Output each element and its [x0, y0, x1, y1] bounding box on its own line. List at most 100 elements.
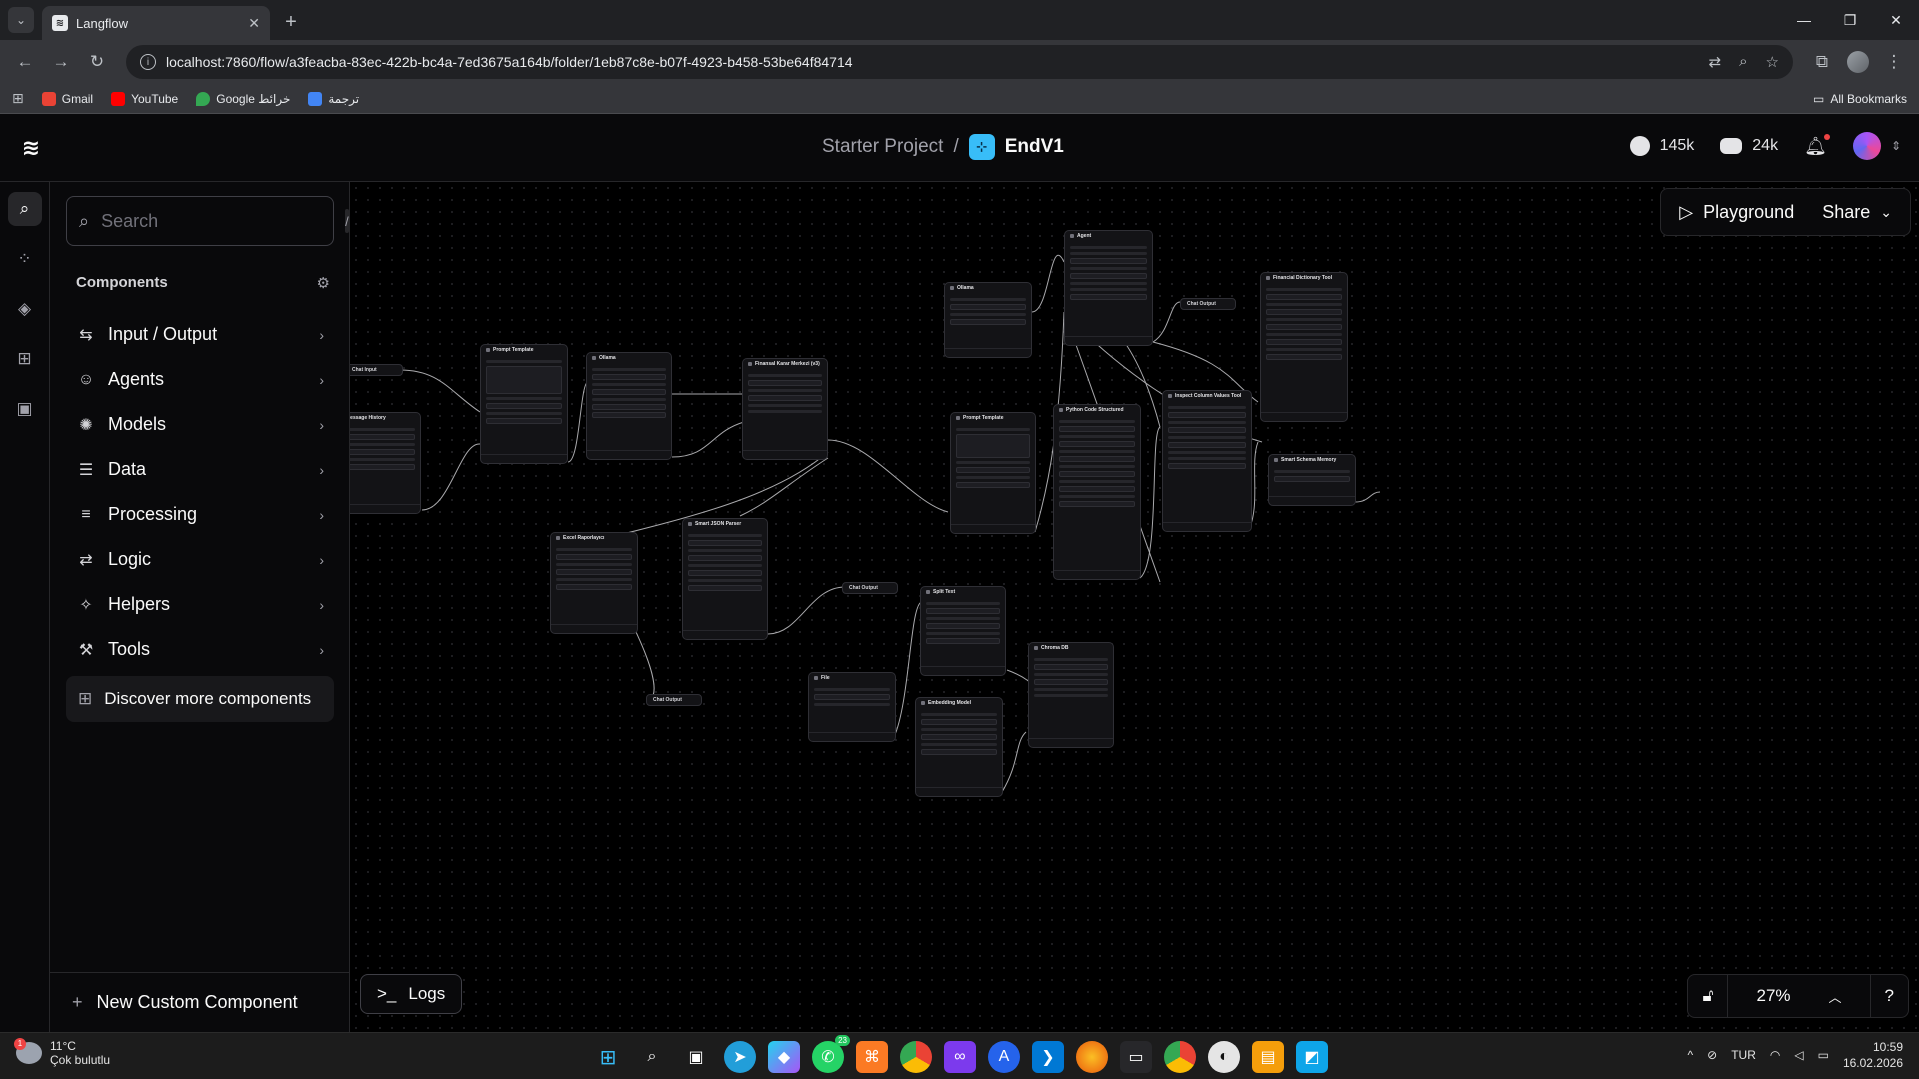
node-split-text[interactable]: Split Text [920, 586, 1006, 676]
node-inspect-column-values-tool[interactable]: Inspect Column Values Tool [1162, 390, 1252, 532]
node-finansal-karar-merkezi[interactable]: Finansal Karar Merkezi (v3) [742, 358, 828, 460]
discover-components-button[interactable]: ⊞ Discover more components [66, 676, 334, 722]
node-chroma-db[interactable]: Chroma DB [1028, 642, 1114, 748]
category-helpers[interactable]: ✧ Helpers › [66, 582, 334, 627]
node-smart-json-parser[interactable]: Smart JSON Parser [682, 518, 768, 640]
app-icon[interactable]: ◐ [1208, 1041, 1240, 1073]
category-models[interactable]: ✺ Models › [66, 402, 334, 447]
browser-tab[interactable]: ≋ Langflow ✕ [42, 6, 270, 40]
langflow-logo-icon[interactable]: ≋ [6, 123, 56, 173]
node-ollama[interactable]: Ollama [586, 352, 672, 460]
profile-avatar[interactable] [1843, 47, 1873, 77]
bundles-icon[interactable]: ◈ [8, 292, 42, 326]
category-logic[interactable]: ⇄ Logic › [66, 537, 334, 582]
app-store-icon[interactable]: A [988, 1041, 1020, 1073]
xampp-icon[interactable]: ⌘ [856, 1041, 888, 1073]
mcp-icon[interactable]: ⊞ [8, 342, 42, 376]
node-file[interactable]: File [808, 672, 896, 742]
battery-icon[interactable]: ▭ [1818, 1048, 1829, 1062]
node-chat-input[interactable]: Chat Input [350, 364, 403, 376]
firefox-icon[interactable] [1076, 1041, 1108, 1073]
project-name[interactable]: Starter Project [822, 136, 943, 158]
flow-canvas[interactable]: ▷Playground Share⌄ Chat Input Message Hi… [350, 182, 1919, 1032]
back-icon[interactable]: ← [10, 47, 40, 77]
language-indicator[interactable]: TUR [1731, 1048, 1756, 1062]
node-ollama[interactable]: Ollama [944, 282, 1032, 358]
node-agent[interactable]: Agent [1064, 230, 1153, 346]
help-icon[interactable]: ? [1871, 986, 1908, 1006]
search-icon[interactable]: ⌕ [636, 1041, 668, 1073]
flow-name[interactable]: EndV1 [1005, 136, 1064, 158]
node-smart-schema-memory[interactable]: Smart Schema Memory [1268, 454, 1356, 506]
browser-menu-icon[interactable]: ⋮ [1879, 47, 1909, 77]
task-view-icon[interactable]: ▣ [680, 1041, 712, 1073]
lock-icon[interactable]: 🔓︎ [1688, 986, 1727, 1006]
visual-studio-icon[interactable]: ∞ [944, 1041, 976, 1073]
node-python-code-structured[interactable]: Python Code Structured [1053, 404, 1141, 580]
user-menu[interactable]: ⇕ [1852, 132, 1901, 160]
tab-list-icon[interactable]: ⌄ [8, 7, 34, 33]
search-input[interactable] [101, 210, 334, 232]
new-custom-component-button[interactable]: + New Custom Component [50, 972, 350, 1032]
new-tab-icon[interactable]: + [276, 7, 306, 37]
reload-icon[interactable]: ↻ [82, 47, 112, 77]
bookmark-gmail[interactable]: Gmail [41, 91, 93, 106]
chrome-alt-icon[interactable] [1164, 1041, 1196, 1073]
category-tools[interactable]: ⚒ Tools › [66, 627, 334, 672]
components-icon[interactable]: ⁘ [8, 242, 42, 276]
bookmark-maps[interactable]: Google خرائط [196, 91, 290, 106]
wifi-icon[interactable]: ◠ [1770, 1048, 1780, 1062]
node-prompt-template[interactable]: Prompt Template [950, 412, 1036, 534]
logs-button[interactable]: >_ Logs [360, 974, 463, 1014]
node-chat-output[interactable]: Chat Output [842, 582, 898, 594]
category-data[interactable]: ☰ Data › [66, 447, 334, 492]
category-input-output[interactable]: ⇆ Input / Output › [66, 312, 334, 357]
notifications-bell-icon[interactable]: 🔔︎ [1804, 133, 1830, 157]
discord-button[interactable]: 24k [1720, 137, 1778, 155]
node-chat-output[interactable]: Chat Output [646, 694, 702, 706]
windows-start-icon[interactable]: ⊞ [592, 1041, 624, 1073]
copilot-icon[interactable]: ◆ [768, 1041, 800, 1073]
telegram-icon[interactable]: ➤ [724, 1041, 756, 1073]
chevron-up-icon[interactable]: ^ [1688, 1048, 1694, 1062]
address-bar[interactable]: i localhost:7860/flow/a3feacba-83ec-422b… [126, 45, 1793, 79]
github-stars-button[interactable]: 145k [1629, 136, 1694, 156]
restore-icon[interactable]: ❐ [1827, 12, 1873, 29]
translate-icon[interactable]: ⇄ [1709, 53, 1722, 71]
file-explorer-icon[interactable]: ▤ [1252, 1041, 1284, 1073]
photos-icon[interactable]: ◩ [1296, 1041, 1328, 1073]
search-panel-icon[interactable]: ⌕ [7, 192, 42, 226]
extensions-icon[interactable]: ⧉ [1807, 47, 1837, 77]
vscode-icon[interactable]: ❯ [1032, 1041, 1064, 1073]
whatsapp-icon[interactable]: ✆ 23 [812, 1035, 850, 1073]
close-tab-icon[interactable]: ✕ [248, 15, 260, 32]
share-button[interactable]: Share ⌄ [1822, 202, 1892, 223]
node-prompt-template[interactable]: Prompt Template [480, 344, 568, 464]
notes-icon[interactable]: ▣ [8, 392, 42, 426]
zoom-control[interactable]: 27% ︿ [1728, 986, 1869, 1006]
network-off-icon[interactable]: ⊘ [1707, 1048, 1717, 1062]
clock[interactable]: 10:59 16.02.2026 [1843, 1039, 1903, 1071]
category-agents[interactable]: ☺ Agents › [66, 357, 334, 402]
node-message-history[interactable]: Message History [350, 412, 421, 514]
node-chat-output[interactable]: Chat Output [1180, 298, 1236, 310]
sliders-icon[interactable]: ⚙︎ [317, 274, 330, 292]
forward-icon[interactable]: → [46, 47, 76, 77]
all-bookmarks[interactable]: ▭ All Bookmarks [1813, 92, 1907, 106]
node-excel-raporlayici[interactable]: Excel Raporlayıcı [550, 532, 638, 634]
bookmark-youtube[interactable]: YouTube [111, 91, 178, 106]
weather-widget[interactable]: 1 11°C Çok bulutlu [14, 1038, 110, 1067]
bookmark-translate[interactable]: ترجمة [308, 91, 359, 106]
zoom-icon[interactable]: ⌕ [1739, 53, 1747, 71]
node-embedding-model[interactable]: Embedding Model [915, 697, 1003, 797]
apps-grid-icon[interactable]: ⊞ [12, 90, 24, 107]
node-financial-dictionary-tool[interactable]: Financial Dictionary Tool [1260, 272, 1348, 422]
site-info-icon[interactable]: i [140, 54, 156, 70]
search-box[interactable]: ⌕ / [66, 196, 349, 246]
volume-icon[interactable]: ◁ [1794, 1048, 1803, 1062]
terminal-icon[interactable]: ▭ [1120, 1041, 1152, 1073]
chrome-icon[interactable] [900, 1041, 932, 1073]
bookmark-star-icon[interactable]: ☆ [1766, 53, 1779, 71]
category-processing[interactable]: ≡ Processing › [66, 492, 334, 537]
playground-button[interactable]: ▷ Playground [1679, 202, 1794, 223]
